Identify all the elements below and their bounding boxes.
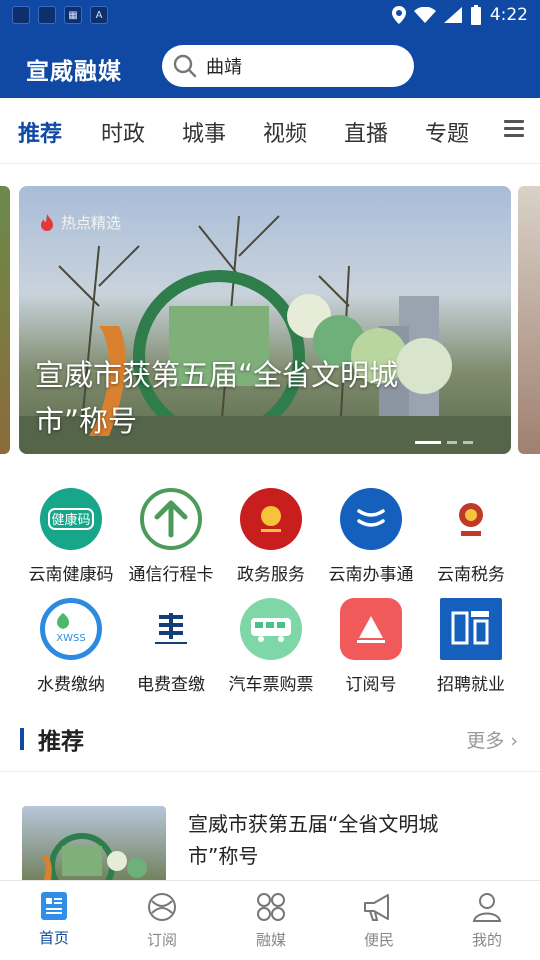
travel-card-icon	[140, 488, 202, 550]
tab-recommend[interactable]: 推荐	[18, 116, 62, 148]
gov-service-icon	[240, 488, 302, 550]
nav-label: 首页	[38, 929, 69, 947]
subscription-icon	[340, 598, 402, 660]
location-icon	[391, 6, 406, 24]
service-label: 水费缴纳	[37, 675, 105, 695]
service-tax[interactable]: 云南税务	[416, 488, 526, 585]
thumbnail-image	[40, 833, 147, 886]
electricity-fee-icon	[140, 598, 202, 660]
qr-notification-icon: ▦	[64, 6, 82, 24]
nav-convenience[interactable]: 便民	[339, 891, 419, 950]
tab-politics[interactable]: 时政	[101, 116, 145, 148]
banner-carousel[interactable]: 热点精选 宣威市获第五届“全省文明城市”称号	[0, 186, 540, 456]
service-bus-ticket[interactable]: 汽车票购票	[216, 598, 326, 695]
svg-text:健康码: 健康码	[51, 512, 90, 528]
news-thumbnail	[22, 806, 166, 886]
banner-slide[interactable]: 热点精选 宣威市获第五届“全省文明城市”称号	[19, 186, 511, 454]
nav-label: 我的	[471, 931, 502, 949]
tab-video[interactable]: 视频	[263, 116, 307, 148]
status-time: 4:22	[489, 5, 528, 25]
system-indicators: 4:22	[391, 5, 528, 25]
more-label: 更多	[466, 730, 505, 752]
bus-ticket-icon	[240, 598, 302, 660]
more-link[interactable]: 更多 ›	[466, 726, 518, 753]
banner-next-slide[interactable]	[518, 186, 540, 454]
office-affairs-icon	[340, 488, 402, 550]
service-label: 电费查缴	[137, 675, 205, 695]
status-bar: ▦ A 4:22	[0, 0, 540, 30]
carousel-dot-active	[415, 441, 441, 444]
chevron-right-icon: ›	[504, 730, 518, 752]
service-health-code[interactable]: 健康码 云南健康码	[16, 488, 126, 585]
service-subscription[interactable]: 订阅号	[316, 598, 426, 695]
hot-picks-label: 热点精选	[61, 214, 122, 232]
tax-icon	[440, 488, 502, 550]
nav-home[interactable]: 首页	[14, 891, 94, 948]
nav-media[interactable]: 融媒	[231, 891, 311, 950]
search-query: 曲靖	[206, 57, 242, 78]
service-label: 订阅号	[345, 675, 397, 695]
list-item[interactable]: 宣威市获第五届“全省文明城市”称号	[0, 790, 540, 886]
battery-icon	[470, 5, 481, 25]
wifi-icon	[413, 7, 436, 23]
water-fee-icon: XWSS	[40, 598, 102, 660]
service-travel-card[interactable]: 通信行程卡	[116, 488, 226, 585]
banner-title[interactable]: 宣威市获第五届“全省文明城市”称号	[35, 352, 455, 444]
carousel-indicator	[415, 441, 473, 444]
home-news-icon	[41, 892, 67, 920]
service-label: 政务服务	[237, 565, 305, 585]
bottom-navigation: 首页 订阅 融媒 便民 我的	[0, 880, 540, 960]
search-icon	[173, 54, 197, 78]
nav-profile[interactable]: 我的	[447, 891, 527, 950]
recommend-section-header: 推荐 更多 ›	[0, 718, 540, 772]
service-water-fee[interactable]: XWSS 水费缴纳	[16, 598, 126, 695]
megaphone-icon	[364, 894, 389, 921]
service-recruit[interactable]: 招聘就业	[416, 598, 526, 695]
signal-icon	[443, 7, 462, 23]
user-icon	[472, 893, 502, 922]
news-title: 宣威市获第五届“全省文明城市”称号	[188, 812, 439, 868]
app-notification-icon	[38, 6, 56, 24]
service-label: 汽车票购票	[228, 675, 314, 695]
service-label: 云南税务	[437, 565, 505, 585]
media-grid-icon	[257, 893, 285, 921]
nav-label: 订阅	[146, 931, 177, 949]
search-bar[interactable]: 曲靖	[162, 45, 414, 87]
service-label: 通信行程卡	[128, 565, 214, 585]
app-header: 宣威融媒 曲靖	[0, 30, 540, 98]
notification-icons: ▦ A	[12, 6, 108, 24]
hot-picks-tag: 热点精选	[39, 212, 121, 233]
service-label: 云南办事通	[328, 565, 414, 585]
service-gov-service[interactable]: 政务服务	[216, 488, 326, 585]
flame-icon	[41, 213, 53, 231]
service-label: 云南健康码	[28, 565, 114, 585]
nav-subscribe[interactable]: 订阅	[122, 891, 202, 950]
app-logo: 宣威融媒	[26, 59, 122, 85]
section-accent-bar	[20, 728, 24, 750]
subscribe-icon	[148, 893, 176, 921]
health-code-icon: 健康码	[40, 488, 102, 550]
service-electricity-fee[interactable]: 电费查缴	[116, 598, 226, 695]
service-office-affairs[interactable]: 云南办事通	[316, 488, 426, 585]
tab-topics[interactable]: 专题	[425, 116, 469, 148]
app-screen: ▦ A 4:22 宣威融媒 曲靖 推荐 时政 城事 视频 直播 专题 热点精选 …	[0, 0, 540, 960]
nav-label: 融媒	[255, 931, 286, 949]
tab-menu-icon[interactable]	[504, 120, 524, 138]
banner-prev-slide[interactable]	[0, 186, 10, 454]
category-tabs: 推荐 时政 城事 视频 直播 专题	[0, 98, 540, 164]
carousel-dot	[463, 441, 473, 444]
carousel-dot	[447, 441, 457, 444]
nav-label: 便民	[363, 931, 394, 949]
svg-text:XWSS: XWSS	[56, 633, 85, 644]
service-label: 招聘就业	[437, 675, 505, 695]
tab-live[interactable]: 直播	[344, 116, 388, 148]
section-title: 推荐	[38, 729, 84, 755]
app-notification-icon	[12, 6, 30, 24]
recruit-icon	[440, 598, 502, 660]
store-notification-icon: A	[90, 6, 108, 24]
tab-city[interactable]: 城事	[182, 116, 226, 148]
